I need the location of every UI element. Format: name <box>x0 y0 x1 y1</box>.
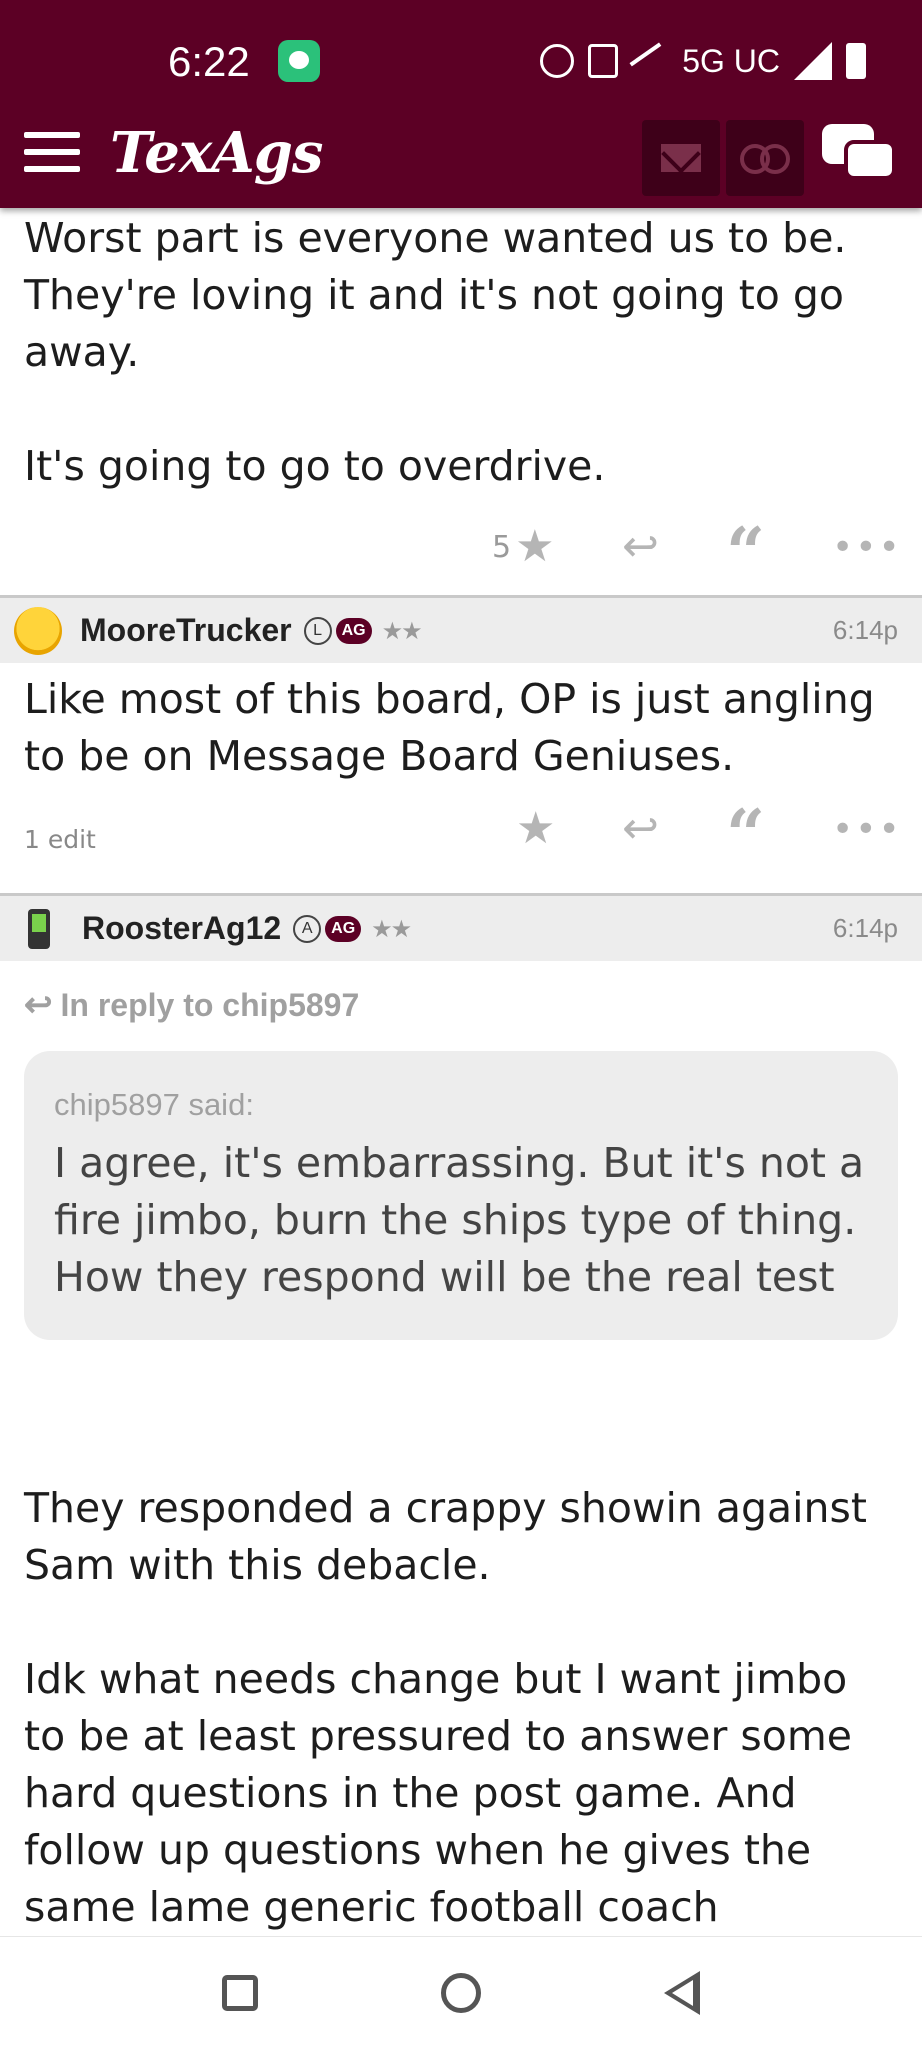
post-actions: 5 ★ ↩ “ ••• <box>0 511 922 595</box>
quote-text: I agree, it's embarrassing. But it's not… <box>54 1139 865 1301</box>
signal-icon <box>794 42 832 80</box>
texags-logo[interactable]: TexAgs <box>110 120 323 186</box>
alarm-icon <box>540 44 575 78</box>
user-badge-letter: L <box>303 616 332 645</box>
thread-content: Worst part is everyone wanted us to be. … <box>0 208 922 1936</box>
post: RoosterAg12 A AG ★★ 6:14p ↩ In reply to … <box>0 893 922 1936</box>
more-button[interactable]: ••• <box>832 807 902 851</box>
reply-icon: ↩ <box>622 521 659 572</box>
watch-button[interactable] <box>726 120 804 196</box>
post-paragraph: They responded a crappy showin against S… <box>24 1484 867 1589</box>
status-bar: 6:22 5G UC <box>0 0 922 120</box>
post-header: RoosterAg12 A AG ★★ 6:14p <box>0 893 922 961</box>
post: MooreTrucker L AG ★★ 6:14p Like most of … <box>0 595 922 893</box>
quote-author: chip5897 said: <box>54 1087 254 1122</box>
post-body: Worst part is everyone wanted us to be. … <box>0 208 922 495</box>
reply-button[interactable]: ↩ <box>622 807 659 851</box>
binoculars-icon <box>740 144 790 174</box>
post: Worst part is everyone wanted us to be. … <box>0 208 922 595</box>
more-icon: ••• <box>832 808 902 850</box>
menu-icon[interactable] <box>24 132 80 172</box>
rank-stars-icon: ★★ <box>381 616 423 645</box>
messages-notification-icon <box>278 40 320 82</box>
reply-button[interactable]: ↩ <box>622 525 659 569</box>
more-icon: ••• <box>832 526 902 568</box>
user-badge-ag: AG <box>335 617 372 644</box>
username[interactable]: MooreTrucker <box>80 612 292 649</box>
more-button[interactable]: ••• <box>832 525 902 569</box>
quote-button[interactable]: “ <box>726 795 766 875</box>
star-count: 5 <box>492 529 512 565</box>
star-icon: ★ <box>516 803 556 854</box>
system-nav-bar <box>0 1936 922 2048</box>
star-icon: ★ <box>515 521 555 572</box>
post-paragraph: Like most of this board, OP is just angl… <box>24 675 875 780</box>
post-actions: 1 edit ★ ↩ “ ••• <box>0 785 922 893</box>
reply-icon: ↩ <box>622 803 659 854</box>
status-time: 6:22 <box>168 38 250 85</box>
in-reply-to-link[interactable]: ↩ In reply to chip5897 <box>0 961 922 1025</box>
in-reply-to-label: In reply to chip5897 <box>60 986 360 1023</box>
edit-note[interactable]: 1 edit <box>24 825 96 854</box>
back-icon[interactable] <box>664 1971 700 2015</box>
mail-icon <box>661 144 701 172</box>
reply-arrow-icon: ↩ <box>24 986 53 1024</box>
recents-icon[interactable] <box>222 1975 258 2011</box>
nfc-icon <box>588 44 619 78</box>
user-badge-ag: AG <box>325 915 362 942</box>
quote-icon: “ <box>726 795 766 875</box>
star-button[interactable]: 5 ★ <box>492 525 555 569</box>
post-body: They responded a crappy showin against S… <box>0 1340 922 1936</box>
key-icon <box>629 42 671 80</box>
post-time[interactable]: 6:14p <box>833 913 898 944</box>
post-paragraph: Idk what needs change but I want jimbo t… <box>24 1655 852 1931</box>
post-header: MooreTrucker L AG ★★ 6:14p <box>0 595 922 663</box>
status-icons: 5G UC <box>540 42 866 80</box>
top-bar: 6:22 5G UC TexAgs <box>0 0 922 208</box>
chat-bubbles-icon[interactable] <box>822 124 896 184</box>
battery-icon <box>846 43 866 79</box>
avatar[interactable] <box>28 908 50 949</box>
rank-stars-icon: ★★ <box>371 914 412 943</box>
quote-block: chip5897 said: I agree, it's embarrassin… <box>24 1051 898 1340</box>
post-body: Like most of this board, OP is just angl… <box>0 663 922 785</box>
username[interactable]: RoosterAg12 <box>82 910 281 947</box>
quote-button[interactable]: “ <box>726 513 766 593</box>
post-time[interactable]: 6:14p <box>833 615 898 646</box>
avatar[interactable] <box>14 606 62 655</box>
quote-icon: “ <box>726 513 766 593</box>
post-paragraph: It's going to go to overdrive. <box>24 442 606 490</box>
post-paragraph: Worst part is everyone wanted us to be. … <box>24 214 847 376</box>
network-label: 5G UC <box>682 42 780 79</box>
user-badge-letter: A <box>293 914 322 943</box>
mail-button[interactable] <box>642 120 720 196</box>
star-button[interactable]: ★ <box>516 807 555 851</box>
home-icon[interactable] <box>441 1973 481 2013</box>
